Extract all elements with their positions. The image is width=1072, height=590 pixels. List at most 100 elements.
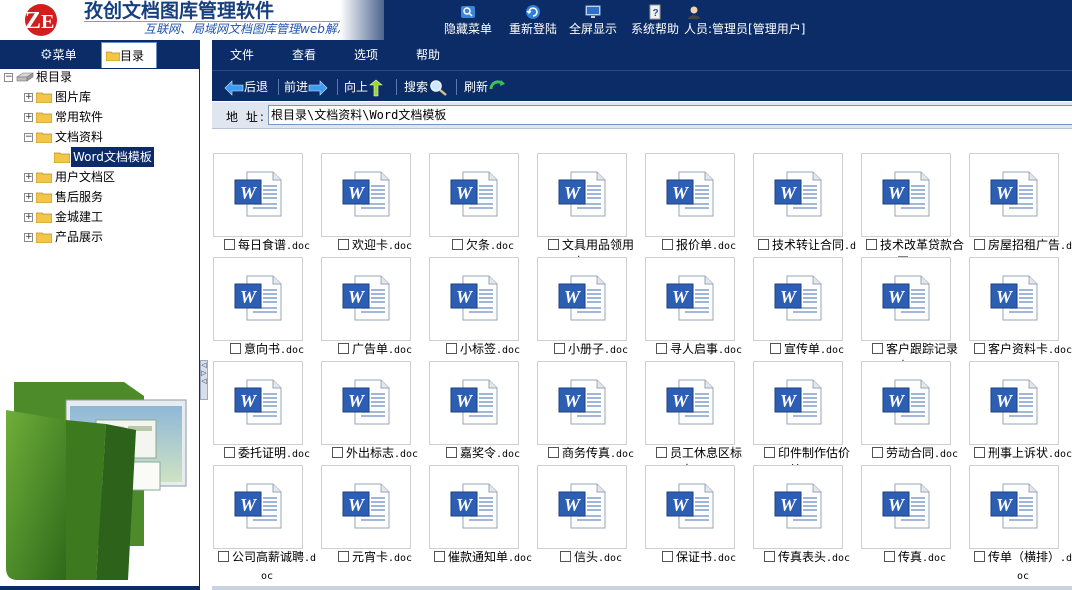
file-thumbnail[interactable]: W: [969, 257, 1059, 341]
file-thumbnail[interactable]: W: [861, 361, 951, 445]
file-checkbox[interactable]: [445, 343, 457, 354]
relogin-button[interactable]: 重新登陆: [502, 4, 564, 38]
file-item[interactable]: W 商务传真.doc: [536, 361, 644, 465]
tree-item-picture-library[interactable]: + 图片库: [2, 87, 198, 107]
file-thumbnail[interactable]: W: [645, 361, 735, 445]
file-checkbox[interactable]: [865, 239, 877, 250]
expand-toggle[interactable]: +: [24, 93, 33, 102]
expand-toggle[interactable]: +: [24, 193, 33, 202]
file-item[interactable]: W 刑事上诉状.doc: [968, 361, 1072, 465]
file-thumbnail[interactable]: W: [861, 257, 951, 341]
expand-toggle[interactable]: +: [24, 213, 33, 222]
file-item[interactable]: W 小标签.doc: [428, 257, 536, 361]
file-checkbox[interactable]: [445, 447, 457, 458]
tree-item-user-docs[interactable]: + 用户文档区: [2, 167, 198, 187]
file-thumbnail[interactable]: W: [753, 361, 843, 445]
file-checkbox[interactable]: [757, 239, 769, 250]
file-checkbox[interactable]: [433, 551, 445, 562]
file-thumbnail[interactable]: W: [429, 153, 519, 237]
file-thumbnail[interactable]: W: [645, 257, 735, 341]
file-thumbnail[interactable]: W: [429, 361, 519, 445]
file-checkbox[interactable]: [337, 551, 349, 562]
file-checkbox[interactable]: [547, 239, 559, 250]
file-item[interactable]: W技术转让合同.doc: [752, 153, 860, 270]
file-checkbox[interactable]: [871, 343, 883, 354]
file-checkbox[interactable]: [973, 343, 985, 354]
file-thumbnail[interactable]: W: [321, 465, 411, 549]
file-thumbnail[interactable]: W: [321, 361, 411, 445]
refresh-button[interactable]: 刷新: [464, 76, 508, 98]
file-thumbnail[interactable]: W: [537, 153, 627, 237]
file-thumbnail[interactable]: W: [213, 465, 303, 549]
file-checkbox[interactable]: [553, 343, 565, 354]
file-item[interactable]: W 寻人启事.doc: [644, 257, 752, 361]
file-thumbnail[interactable]: W: [861, 153, 951, 237]
menu-options[interactable]: 选项: [354, 40, 378, 70]
tree-item-common-software[interactable]: + 常用软件: [2, 107, 198, 127]
file-thumbnail[interactable]: W: [861, 465, 951, 549]
tab-menu[interactable]: ⚙菜单: [36, 42, 98, 68]
file-item[interactable]: W 外出标志.doc: [320, 361, 428, 465]
file-checkbox[interactable]: [559, 551, 571, 562]
back-button[interactable]: 后退: [224, 76, 268, 98]
tab-directory[interactable]: 目录: [101, 42, 157, 68]
file-checkbox[interactable]: [451, 239, 463, 250]
file-item[interactable]: W印件制作估价单.doc: [752, 361, 860, 477]
horizontal-scrollbar[interactable]: [212, 586, 1072, 590]
file-item[interactable]: W 元宵卡.doc: [320, 465, 428, 569]
file-thumbnail[interactable]: W: [537, 257, 627, 341]
file-checkbox[interactable]: [223, 447, 235, 458]
file-thumbnail[interactable]: W: [213, 361, 303, 445]
tree-item-products[interactable]: + 产品展示: [2, 227, 198, 247]
forward-button[interactable]: 前进: [284, 76, 328, 98]
collapse-toggle[interactable]: −: [24, 133, 33, 142]
file-item[interactable]: W 欢迎卡.doc: [320, 153, 428, 257]
left-scrollbar[interactable]: [0, 586, 200, 590]
expand-toggle[interactable]: +: [24, 173, 33, 182]
system-help-button[interactable]: ? 系统帮助: [628, 4, 682, 38]
file-thumbnail[interactable]: W: [753, 257, 843, 341]
file-checkbox[interactable]: [661, 551, 673, 562]
collapse-toggle[interactable]: −: [4, 73, 13, 82]
file-item[interactable]: W 小册子.doc: [536, 257, 644, 361]
file-item[interactable]: W 公司高薪诚聘.doc: [212, 465, 320, 582]
file-checkbox[interactable]: [973, 447, 985, 458]
address-input[interactable]: 根目录\文档资料\Word文档模板: [268, 105, 1072, 125]
menu-help[interactable]: 帮助: [416, 40, 440, 70]
file-checkbox[interactable]: [661, 239, 673, 250]
file-item[interactable]: W 每日食谱.doc: [212, 153, 320, 257]
file-item[interactable]: W技术改革贷款合同.doc: [860, 153, 968, 269]
file-thumbnail[interactable]: W: [429, 257, 519, 341]
menu-file[interactable]: 文件: [230, 40, 254, 70]
file-item[interactable]: W 广告单.doc: [320, 257, 428, 361]
file-checkbox[interactable]: [871, 447, 883, 458]
up-button[interactable]: 向上: [344, 76, 384, 98]
file-thumbnail[interactable]: W: [645, 465, 735, 549]
panel-collapse-handle[interactable]: ◁ ▷ ◁: [200, 360, 208, 400]
file-thumbnail[interactable]: W: [753, 153, 843, 237]
file-thumbnail[interactable]: W: [213, 153, 303, 237]
file-checkbox[interactable]: [217, 551, 229, 562]
expand-toggle[interactable]: +: [24, 233, 33, 242]
file-thumbnail[interactable]: W: [321, 257, 411, 341]
file-item[interactable]: W 信头.doc: [536, 465, 644, 569]
file-checkbox[interactable]: [973, 239, 985, 250]
tree-item-after-sales[interactable]: + 售后服务: [2, 187, 198, 207]
expand-toggle[interactable]: +: [24, 113, 33, 122]
file-checkbox[interactable]: [547, 447, 559, 458]
file-checkbox[interactable]: [973, 551, 985, 562]
file-item[interactable]: W 客户资料卡.doc: [968, 257, 1072, 361]
file-thumbnail[interactable]: W: [645, 153, 735, 237]
file-checkbox[interactable]: [655, 447, 667, 458]
file-checkbox[interactable]: [763, 447, 775, 458]
tree-item-jincheng[interactable]: + 金城建工: [2, 207, 198, 227]
file-item[interactable]: W 欠条.doc: [428, 153, 536, 257]
file-item[interactable]: W 委托证明.doc: [212, 361, 320, 465]
file-thumbnail[interactable]: W: [321, 153, 411, 237]
file-item[interactable]: W房屋招租广告.doc: [968, 153, 1072, 270]
file-item[interactable]: W 宣传单.doc: [752, 257, 860, 361]
file-item[interactable]: W 意向书.doc: [212, 257, 320, 361]
file-checkbox[interactable]: [337, 239, 349, 250]
file-checkbox[interactable]: [883, 551, 895, 562]
tree-item-word-templates[interactable]: Word文档模板: [2, 147, 198, 167]
